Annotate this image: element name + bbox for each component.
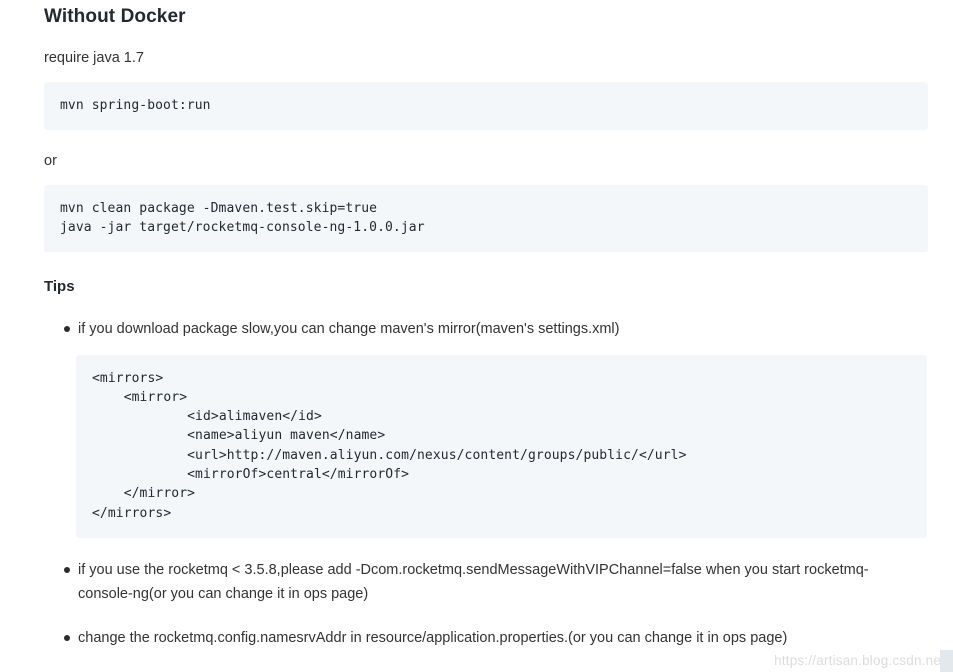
code-block-build: mvn clean package -Dmaven.test.skip=true…	[44, 184, 928, 252]
code-block-mirrors-text: <mirrors> <mirror> <id>alimaven</id> <na…	[92, 370, 687, 521]
tip-text-namesrvaddr: change the rocketmq.config.namesrvAddr i…	[78, 629, 788, 646]
requirement-text: require java 1.7	[44, 50, 144, 66]
list-item: change the rocketmq.config.namesrvAddr i…	[44, 626, 927, 650]
tips-heading: Tips	[44, 277, 75, 295]
code-block-run-text: mvn spring-boot:run	[60, 98, 211, 113]
tip-text-vipchannel: if you use the rocketmq < 3.5.8,please a…	[78, 561, 869, 602]
watermark-badge	[940, 650, 953, 672]
code-block-mirrors: <mirrors> <mirror> <id>alimaven</id> <na…	[76, 354, 927, 538]
document-page: Without Docker require java 1.7 mvn spri…	[0, 0, 953, 672]
list-item: if you use the rocketmq < 3.5.8,please a…	[44, 558, 927, 606]
code-block-build-text: mvn clean package -Dmaven.test.skip=true…	[60, 200, 425, 236]
tip-text-mirror: if you download package slow,you can cha…	[78, 320, 620, 337]
watermark-text: https://artisan.blog.csdn.net	[774, 653, 945, 668]
code-block-run: mvn spring-boot:run	[44, 82, 928, 130]
tips-list: if you download package slow,you can cha…	[44, 317, 927, 650]
page-title: Without Docker	[44, 6, 186, 27]
separator-text: or	[44, 152, 57, 169]
list-item: if you download package slow,you can cha…	[44, 317, 927, 538]
